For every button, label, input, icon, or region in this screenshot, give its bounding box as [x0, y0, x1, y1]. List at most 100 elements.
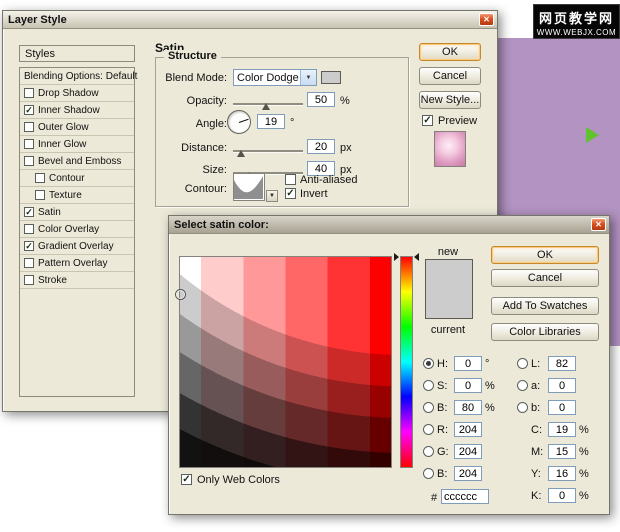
color-field[interactable] — [179, 256, 392, 468]
checkbox[interactable] — [24, 156, 34, 166]
lab-b-label: b: — [531, 402, 545, 414]
b-radio[interactable] — [423, 402, 434, 413]
style-item-pattern-overlay[interactable]: Pattern Overlay — [20, 255, 134, 272]
chevron-down-icon[interactable]: ▼ — [300, 70, 316, 85]
structure-group-label: Structure — [164, 50, 221, 62]
y-input[interactable] — [548, 466, 576, 481]
h-radio[interactable] — [423, 358, 434, 369]
invert-checkbox[interactable] — [285, 188, 296, 199]
r-radio[interactable] — [423, 424, 434, 435]
b2-radio[interactable] — [423, 468, 434, 479]
h-input[interactable] — [454, 356, 482, 371]
ok-button[interactable]: OK — [419, 43, 481, 61]
cancel-button[interactable]: Cancel — [419, 67, 481, 85]
style-item-label: Bevel and Emboss — [38, 156, 121, 167]
style-item-label: Gradient Overlay — [38, 241, 114, 252]
add-to-swatches-button[interactable]: Add To Swatches — [491, 297, 599, 315]
a-radio[interactable] — [517, 380, 528, 391]
style-item-gradient-overlay[interactable]: Gradient Overlay — [20, 238, 134, 255]
s-input[interactable] — [454, 378, 482, 393]
color-libraries-button[interactable]: Color Libraries — [491, 323, 599, 341]
b2-input[interactable] — [454, 466, 482, 481]
style-item-satin[interactable]: Satin — [20, 204, 134, 221]
blend-mode-select[interactable]: Color Dodge ▼ — [233, 69, 317, 86]
new-style-button[interactable]: New Style... — [419, 91, 481, 109]
k-label: K: — [531, 490, 545, 502]
style-item-outer-glow[interactable]: Outer Glow — [20, 119, 134, 136]
m-input[interactable] — [548, 444, 576, 459]
current-color-label: current — [421, 324, 475, 336]
checkbox[interactable] — [24, 241, 34, 251]
hue-slider-left-handle-icon[interactable] — [394, 253, 399, 261]
angle-input[interactable] — [257, 114, 285, 129]
field-row-c: C: % — [517, 422, 591, 437]
s-radio[interactable] — [423, 380, 434, 391]
style-item-texture[interactable]: Texture — [20, 187, 134, 204]
lab-b-input[interactable] — [548, 400, 576, 415]
distance-input[interactable] — [307, 139, 335, 154]
anti-aliased-checkbox[interactable] — [285, 174, 296, 185]
a-input[interactable] — [548, 378, 576, 393]
close-icon[interactable]: ✕ — [479, 13, 494, 26]
color-picker-titlebar[interactable]: Select satin color: ✕ — [169, 216, 609, 234]
checkbox[interactable] — [24, 105, 34, 115]
preview-checkbox[interactable] — [422, 115, 433, 126]
style-item-contour[interactable]: Contour — [20, 170, 134, 187]
close-icon[interactable]: ✕ — [591, 218, 606, 231]
styles-panel-header[interactable]: Styles — [19, 45, 135, 62]
r-label: R: — [437, 424, 451, 436]
satin-color-swatch[interactable] — [321, 71, 341, 84]
checkbox[interactable] — [24, 275, 34, 285]
style-item-bevel-and-emboss[interactable]: Bevel and Emboss — [20, 153, 134, 170]
angle-dial[interactable] — [227, 110, 251, 134]
style-item-label: Inner Shadow — [38, 105, 100, 116]
new-current-color-swatch[interactable] — [425, 259, 473, 319]
l-radio[interactable] — [517, 358, 528, 369]
l-input[interactable] — [548, 356, 576, 371]
style-item-stroke[interactable]: Stroke — [20, 272, 134, 289]
blending-options-item[interactable]: Blending Options: Default — [20, 68, 134, 85]
lab-b-radio[interactable] — [517, 402, 528, 413]
hue-slider[interactable] — [400, 256, 413, 468]
color-field-marker[interactable] — [176, 290, 185, 299]
g-radio[interactable] — [423, 446, 434, 457]
field-row-h: H: ° — [423, 356, 497, 371]
contour-curve-icon — [234, 174, 264, 200]
checkbox[interactable] — [24, 122, 34, 132]
field-row-lab-b: b: — [517, 400, 591, 415]
k-input[interactable] — [548, 488, 576, 503]
distance-slider-thumb[interactable] — [237, 150, 245, 157]
layer-style-titlebar[interactable]: Layer Style ✕ — [3, 11, 497, 29]
field-row-r: R: — [423, 422, 497, 437]
style-item-label: Outer Glow — [38, 122, 89, 133]
checkbox[interactable] — [24, 258, 34, 268]
b-input[interactable] — [454, 400, 482, 415]
distance-label: Distance: — [153, 142, 227, 154]
b2-label: B: — [437, 468, 451, 480]
opacity-input[interactable] — [307, 92, 335, 107]
cancel-button[interactable]: Cancel — [491, 269, 599, 287]
c-input[interactable] — [548, 422, 576, 437]
checkbox[interactable] — [24, 224, 34, 234]
checkbox[interactable] — [24, 88, 34, 98]
style-item-drop-shadow[interactable]: Drop Shadow — [20, 85, 134, 102]
g-input[interactable] — [454, 444, 482, 459]
opacity-slider-thumb[interactable] — [262, 103, 270, 110]
badge-site-url: WWW.WEBJX.COM — [534, 28, 619, 37]
hex-input[interactable] — [441, 489, 489, 504]
only-web-colors-checkbox[interactable] — [181, 474, 192, 485]
ok-button[interactable]: OK — [491, 246, 599, 264]
field-row-l: L: — [517, 356, 591, 371]
contour-picker[interactable] — [233, 173, 265, 201]
k-unit: % — [579, 490, 591, 502]
checkbox[interactable] — [35, 190, 45, 200]
contour-dropdown-icon[interactable]: ▼ — [266, 190, 278, 202]
style-item-inner-glow[interactable]: Inner Glow — [20, 136, 134, 153]
checkbox[interactable] — [24, 207, 34, 217]
r-input[interactable] — [454, 422, 482, 437]
checkbox[interactable] — [35, 173, 45, 183]
checkbox[interactable] — [24, 139, 34, 149]
style-item-inner-shadow[interactable]: Inner Shadow — [20, 102, 134, 119]
hue-slider-right-handle-icon[interactable] — [414, 253, 419, 261]
style-item-color-overlay[interactable]: Color Overlay — [20, 221, 134, 238]
